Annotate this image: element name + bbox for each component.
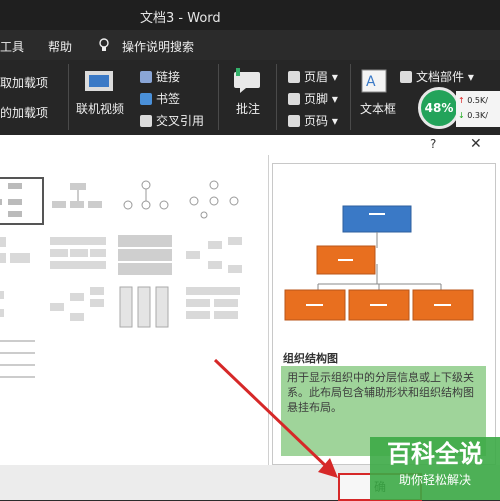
docparts-button[interactable]: 文档部件 ▾	[400, 68, 474, 85]
ribbon-separator	[68, 64, 69, 130]
get-addins-button[interactable]: 取加载项	[0, 74, 48, 91]
watermark-title: 百科全说	[387, 440, 483, 468]
layout-labeled-hierarchy[interactable]	[48, 285, 108, 329]
docparts-icon	[400, 71, 412, 83]
textbox-icon: A	[360, 68, 388, 97]
app-name: Word	[187, 11, 221, 26]
layout-name-title-org[interactable]	[48, 179, 108, 223]
header-icon	[288, 71, 300, 83]
pagenum-label: 页码	[304, 114, 329, 128]
tell-me-search[interactable]: 操作说明搜索	[122, 38, 194, 55]
layout-lined-list[interactable]	[184, 285, 244, 329]
window-title: 文档3 - Word	[140, 7, 221, 26]
menu-bar: 工具 帮助 操作说明搜索	[0, 30, 500, 60]
pagenum-button[interactable]: 页码 ▾	[288, 112, 338, 129]
online-video-button[interactable]: 联机视频	[76, 100, 124, 117]
link-button[interactable]: 链接	[140, 68, 180, 85]
crossref-label: 交叉引用	[156, 114, 205, 128]
layout-hierarchy-list[interactable]	[0, 285, 44, 329]
document-title: 文档3	[140, 11, 175, 26]
menu-help[interactable]: 帮助	[48, 38, 72, 55]
textbox-button[interactable]: 文本框	[360, 100, 396, 117]
layout-vertical-list[interactable]	[0, 339, 40, 383]
page-number-icon	[288, 115, 300, 127]
layout-name-label: 组织结构图	[283, 352, 338, 365]
comment-button[interactable]: 批注	[236, 100, 260, 117]
svg-text:A: A	[366, 74, 376, 90]
help-icon[interactable]: ?	[430, 137, 436, 151]
my-addins-button[interactable]: 的加载项	[0, 104, 48, 121]
bookmark-label: 书签	[156, 92, 181, 106]
crossref-button[interactable]: 交叉引用	[140, 112, 204, 129]
up-arrow-icon: ↑	[458, 96, 465, 105]
header-button[interactable]: 页眉 ▾	[288, 68, 338, 85]
org-chart-preview-diagram	[284, 205, 474, 321]
link-icon	[140, 71, 152, 83]
footer-label: 页脚	[304, 92, 329, 106]
bookmark-icon	[140, 93, 152, 105]
layout-org-chart-selected[interactable]	[0, 177, 44, 225]
dialog-title-bar: ? ✕	[0, 135, 500, 156]
upload-speed: ↑ 0.5K/	[458, 96, 488, 105]
title-separator: -	[178, 11, 184, 26]
watermark-subtitle: 助你轻松解决	[398, 473, 471, 487]
docparts-label: 文档部件	[416, 70, 465, 84]
film-icon	[84, 68, 114, 97]
link-label: 链接	[156, 70, 181, 84]
layout-vertical-tree[interactable]	[116, 285, 176, 329]
comment-icon	[232, 68, 262, 97]
lightbulb-icon	[98, 38, 110, 55]
close-icon[interactable]: ✕	[470, 136, 482, 152]
network-speed-panel: ↑ 0.5K/ ↓ 0.3K/	[456, 91, 500, 127]
ribbon-separator	[350, 64, 351, 130]
watermark-logo: 百科全说 助你轻松解决	[370, 437, 500, 500]
title-bar: 文档3 - Word	[0, 0, 500, 30]
crossref-icon	[140, 115, 152, 127]
download-speed: ↓ 0.3K/	[458, 111, 488, 120]
layout-label-hierarchy[interactable]	[184, 179, 244, 223]
layout-horizontal-org[interactable]	[48, 233, 108, 277]
bookmark-button[interactable]: 书签	[140, 90, 180, 107]
layout-stacked-list[interactable]	[116, 233, 176, 277]
cpu-usage-badge[interactable]: 48%	[418, 87, 460, 129]
layout-table-hierarchy[interactable]	[0, 233, 44, 277]
ribbon-separator	[218, 64, 219, 130]
layout-gallery	[0, 155, 269, 465]
layout-circle-hierarchy[interactable]	[116, 179, 176, 223]
layout-horizontal-hierarchy[interactable]	[184, 235, 244, 279]
header-label: 页眉	[304, 70, 329, 84]
ribbon-separator	[276, 64, 277, 130]
footer-button[interactable]: 页脚 ▾	[288, 90, 338, 107]
menu-tools[interactable]: 工具	[0, 38, 24, 55]
layout-preview-pane: 组织结构图 用于显示组织中的分层信息或上下级关系。此布局包含辅助形状和组织结构图…	[272, 163, 496, 465]
down-arrow-icon: ↓	[458, 111, 465, 120]
footer-icon	[288, 93, 300, 105]
